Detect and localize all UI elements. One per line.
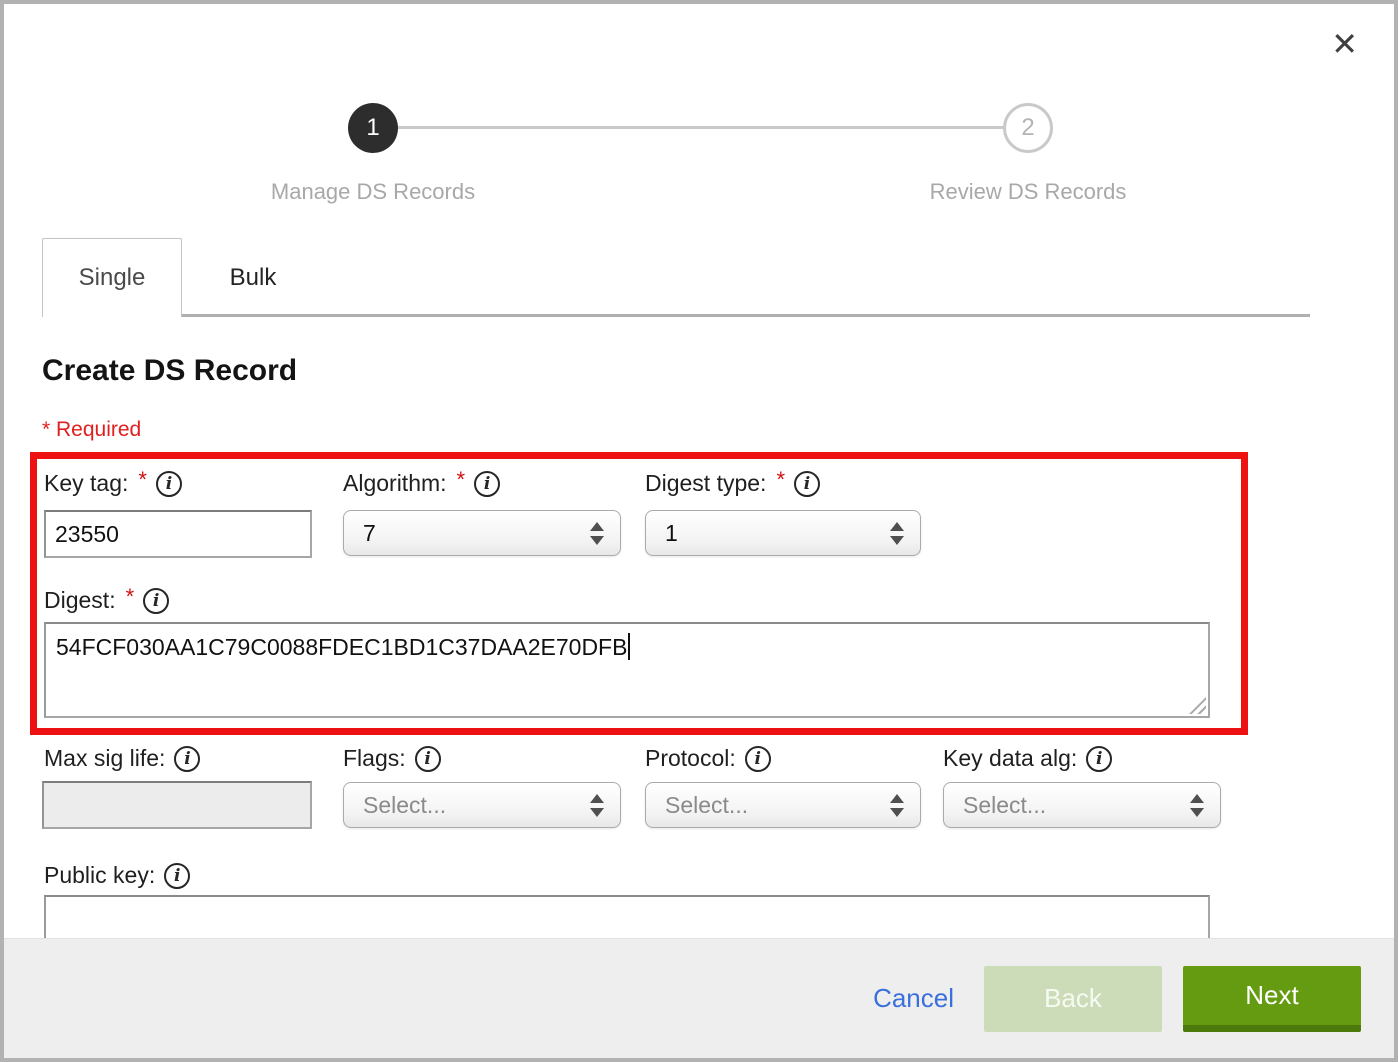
digest-type-label: Digest type: [645, 470, 766, 497]
text-cursor [628, 633, 630, 660]
cancel-button[interactable]: Cancel [873, 983, 954, 1014]
back-button[interactable]: Back [984, 966, 1162, 1032]
max-sig-life-label: Max sig life: [44, 745, 165, 772]
algorithm-label-row: Algorithm: * i [343, 470, 500, 497]
key-data-alg-select-value: Select... [963, 792, 1190, 819]
tab-bulk[interactable]: Bulk [183, 238, 323, 317]
key-tag-info-icon[interactable]: i [156, 471, 182, 497]
max-sig-life-input[interactable] [42, 781, 312, 829]
required-asterisk: * [126, 584, 135, 610]
flags-select-value: Select... [363, 792, 590, 819]
algorithm-select-value: 7 [363, 520, 590, 547]
stepper-step-2-label: Review DS Records [930, 179, 1127, 205]
protocol-label-row: Protocol: i [645, 745, 771, 772]
protocol-select-value: Select... [665, 792, 890, 819]
algorithm-label: Algorithm: [343, 470, 447, 497]
select-arrows-icon [1190, 794, 1204, 817]
key-tag-label-row: Key tag: * i [44, 470, 182, 497]
required-asterisk: * [776, 467, 785, 493]
key-tag-input[interactable] [44, 510, 312, 558]
required-asterisk: * [138, 467, 147, 493]
protocol-info-icon[interactable]: i [745, 746, 771, 772]
select-arrows-icon [890, 794, 904, 817]
flags-label-row: Flags: i [343, 745, 441, 772]
tab-single[interactable]: Single [42, 238, 182, 317]
select-arrows-icon [890, 522, 904, 545]
protocol-select[interactable]: Select... [645, 782, 921, 828]
create-ds-record-modal: ✕ 1 2 Manage DS Records Review DS Record… [0, 0, 1398, 1062]
stepper-connector-line [398, 126, 1012, 129]
resize-handle-icon[interactable] [1189, 697, 1206, 714]
digest-type-label-row: Digest type: * i [645, 470, 820, 497]
key-data-alg-select[interactable]: Select... [943, 782, 1221, 828]
protocol-label: Protocol: [645, 745, 736, 772]
key-data-alg-label-row: Key data alg: i [943, 745, 1112, 772]
required-note: * Required [42, 418, 141, 442]
stepper-step-1-label: Manage DS Records [271, 179, 475, 205]
flags-label: Flags: [343, 745, 406, 772]
digest-textarea[interactable]: 54FCF030AA1C79C0088FDEC1BD1C37DAA2E70DFB [44, 622, 1210, 718]
digest-info-icon[interactable]: i [143, 588, 169, 614]
select-arrows-icon [590, 522, 604, 545]
stepper-step-2-circle: 2 [1003, 103, 1053, 153]
digest-value: 54FCF030AA1C79C0088FDEC1BD1C37DAA2E70DFB [56, 634, 627, 660]
key-data-alg-label: Key data alg: [943, 745, 1077, 772]
digest-label: Digest: [44, 587, 116, 614]
page-title: Create DS Record [42, 354, 297, 388]
required-asterisk: * [457, 467, 466, 493]
public-key-info-icon[interactable]: i [164, 863, 190, 889]
public-key-label-row: Public key: i [44, 862, 190, 889]
close-icon[interactable]: ✕ [1331, 28, 1358, 60]
public-key-label: Public key: [44, 862, 155, 889]
max-sig-life-label-row: Max sig life: i [44, 745, 200, 772]
select-arrows-icon [590, 794, 604, 817]
key-tag-label: Key tag: [44, 470, 128, 497]
stepper-step-1-circle: 1 [348, 103, 398, 153]
modal-footer: Cancel Back Next [4, 938, 1394, 1058]
flags-select[interactable]: Select... [343, 782, 621, 828]
flags-info-icon[interactable]: i [415, 746, 441, 772]
key-data-alg-info-icon[interactable]: i [1086, 746, 1112, 772]
next-button[interactable]: Next [1183, 966, 1361, 1032]
algorithm-select[interactable]: 7 [343, 510, 621, 556]
algorithm-info-icon[interactable]: i [474, 471, 500, 497]
digest-type-info-icon[interactable]: i [794, 471, 820, 497]
max-sig-life-info-icon[interactable]: i [174, 746, 200, 772]
digest-type-select-value: 1 [665, 520, 890, 547]
digest-label-row: Digest: * i [44, 587, 169, 614]
digest-type-select[interactable]: 1 [645, 510, 921, 556]
